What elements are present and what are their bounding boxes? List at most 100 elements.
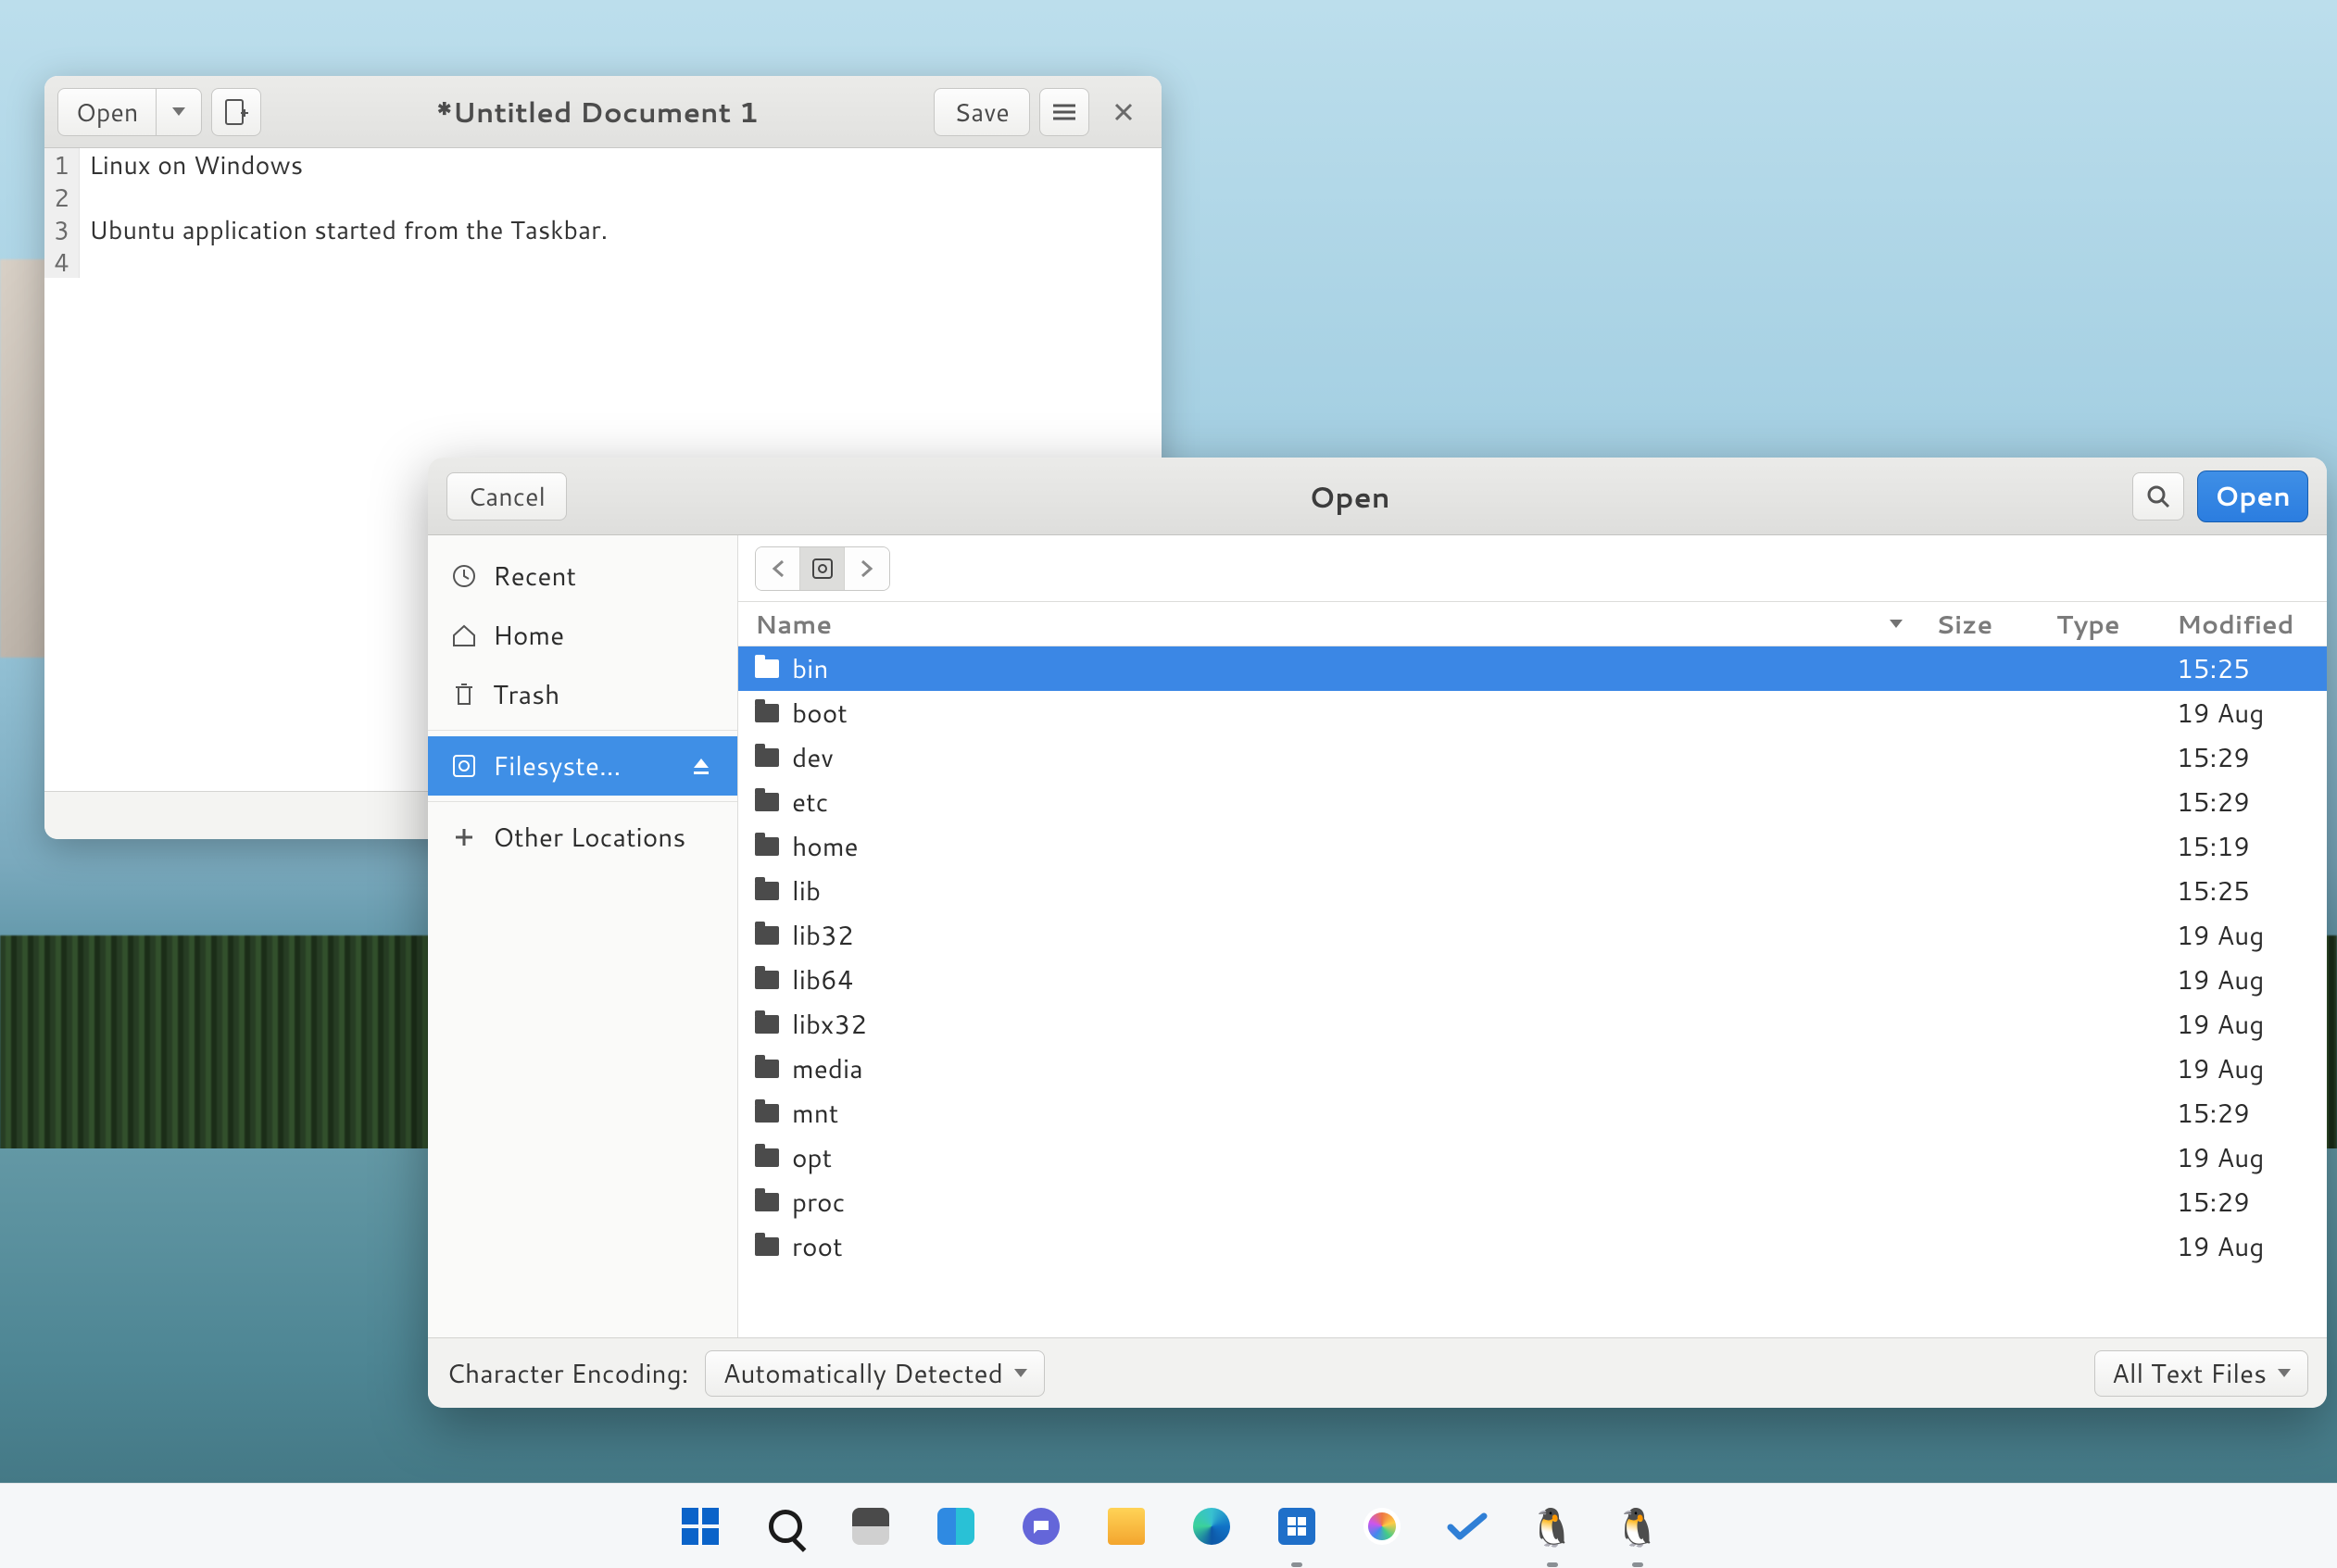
taskbar-edge[interactable]: [1187, 1502, 1236, 1550]
path-forward-button[interactable]: [845, 547, 889, 590]
search-button[interactable]: [2132, 472, 2184, 521]
column-header-name[interactable]: Name: [738, 606, 1919, 642]
folder-icon: [755, 837, 779, 856]
code-line: 4: [44, 245, 1162, 278]
line-number: 1: [44, 148, 80, 181]
file-modified: 19 Aug: [2160, 1228, 2327, 1265]
penguin-icon: 🐧: [1615, 1508, 1661, 1545]
open-dropdown[interactable]: [156, 88, 202, 136]
taskbar-search[interactable]: [761, 1502, 810, 1550]
folder-icon: [755, 704, 779, 722]
taskbar-widgets[interactable]: [932, 1502, 980, 1550]
hamburger-menu-button[interactable]: [1039, 88, 1089, 136]
path-root-button[interactable]: [800, 547, 845, 590]
file-name: opt: [792, 1139, 832, 1176]
file-row[interactable]: dev15:29: [738, 735, 2327, 780]
file-modified: 15:19: [2160, 828, 2327, 865]
column-headers: Name Size Type Modified: [738, 602, 2327, 646]
search-icon: [769, 1510, 802, 1543]
save-button[interactable]: Save: [934, 88, 1030, 136]
encoding-combo[interactable]: Automatically Detected: [705, 1350, 1044, 1397]
file-row[interactable]: libx3219 Aug: [738, 1002, 2327, 1047]
chevron-left-icon: [772, 559, 785, 578]
sidebar-item-filesystem[interactable]: Filesyste…: [428, 736, 737, 796]
taskbar-linux-app-2[interactable]: 🐧: [1614, 1502, 1662, 1550]
file-row[interactable]: proc15:29: [738, 1180, 2327, 1224]
taskbar-task-view[interactable]: [847, 1502, 895, 1550]
file-row[interactable]: root 19 Aug: [738, 1224, 2327, 1269]
line-text: [80, 181, 89, 213]
folder-icon: [755, 793, 779, 811]
trash-icon: [450, 681, 478, 709]
taskbar-paint[interactable]: [1358, 1502, 1406, 1550]
file-modified: 19 Aug: [2160, 1139, 2327, 1176]
file-row[interactable]: media19 Aug: [738, 1047, 2327, 1091]
taskbar-todo[interactable]: [1443, 1502, 1491, 1550]
file-list[interactable]: Name Size Type Modified bin15:25boot19 A…: [738, 602, 2327, 1337]
edge-icon: [1193, 1508, 1230, 1545]
code-line: 2: [44, 181, 1162, 213]
line-text: Linux on Windows: [80, 148, 303, 181]
path-back-button[interactable]: [756, 547, 800, 590]
encoding-value: Automatically Detected: [722, 1355, 1002, 1392]
chevron-down-icon: [1014, 1369, 1027, 1377]
open-button[interactable]: Open: [57, 88, 156, 136]
search-icon: [2146, 484, 2170, 508]
plus-icon: [450, 823, 478, 851]
file-row[interactable]: etc15:29: [738, 780, 2327, 824]
new-document-button[interactable]: [211, 88, 261, 136]
line-number: 4: [44, 245, 80, 278]
file-row[interactable]: bin15:25: [738, 646, 2327, 691]
sidebar-item-other-locations[interactable]: Other Locations: [428, 808, 737, 867]
file-name: proc: [792, 1184, 845, 1221]
file-modified: 19 Aug: [2160, 917, 2327, 954]
close-icon: [1114, 103, 1133, 121]
sidebar-item-recent[interactable]: Recent: [428, 546, 737, 606]
close-window-button[interactable]: [1099, 88, 1149, 136]
column-header-size[interactable]: Size: [1919, 606, 2040, 642]
sidebar-separator: [428, 730, 737, 731]
taskbar-start[interactable]: [676, 1502, 724, 1550]
taskbar-chat[interactable]: [1017, 1502, 1065, 1550]
taskbar-microsoft-store[interactable]: [1273, 1502, 1321, 1550]
file-row[interactable]: lib3219 Aug: [738, 913, 2327, 958]
file-row[interactable]: mnt15:29: [738, 1091, 2327, 1135]
folder-icon: [755, 882, 779, 900]
file-modified: 15:29: [2160, 784, 2327, 821]
chevron-down-icon: [2278, 1369, 2291, 1377]
file-row[interactable]: lib6419 Aug: [738, 958, 2327, 1002]
disk-icon: [811, 558, 834, 580]
file-filter-combo[interactable]: All Text Files: [2094, 1350, 2308, 1397]
file-row[interactable]: home 15:19: [738, 824, 2327, 869]
file-list-pane: Name Size Type Modified bin15:25boot19 A…: [738, 535, 2327, 1337]
paint-icon: [1363, 1508, 1401, 1545]
eject-icon[interactable]: [687, 752, 715, 780]
folder-icon: [755, 1193, 779, 1211]
column-header-type[interactable]: Type: [2040, 606, 2160, 642]
sidebar-item-home[interactable]: Home: [428, 606, 737, 665]
file-name: media: [792, 1050, 863, 1087]
file-name: root: [792, 1228, 843, 1265]
file-name: home: [792, 828, 859, 865]
file-row[interactable]: lib15:25: [738, 869, 2327, 913]
file-row[interactable]: opt 19 Aug: [738, 1135, 2327, 1180]
sidebar-item-trash[interactable]: Trash: [428, 665, 737, 724]
penguin-icon: 🐧: [1529, 1508, 1576, 1545]
taskbar-file-explorer[interactable]: [1102, 1502, 1150, 1550]
folder-icon: [755, 971, 779, 989]
file-modified: 15:29: [2160, 739, 2327, 776]
taskbar-linux-app-1[interactable]: 🐧: [1528, 1502, 1577, 1550]
cancel-button[interactable]: Cancel: [446, 472, 567, 521]
folder-icon: [755, 659, 779, 678]
line-number: 2: [44, 181, 80, 213]
line-text: [80, 245, 89, 278]
running-indicator: [1547, 1562, 1558, 1567]
running-indicator: [1632, 1562, 1643, 1567]
open-confirm-button[interactable]: Open: [2197, 470, 2308, 522]
sidebar-separator: [428, 801, 737, 802]
path-bar: [738, 535, 2327, 602]
column-header-modified[interactable]: Modified: [2160, 606, 2327, 642]
file-row[interactable]: boot19 Aug: [738, 691, 2327, 735]
disk-icon: [450, 752, 478, 780]
sidebar-item-label: Home: [493, 617, 564, 654]
